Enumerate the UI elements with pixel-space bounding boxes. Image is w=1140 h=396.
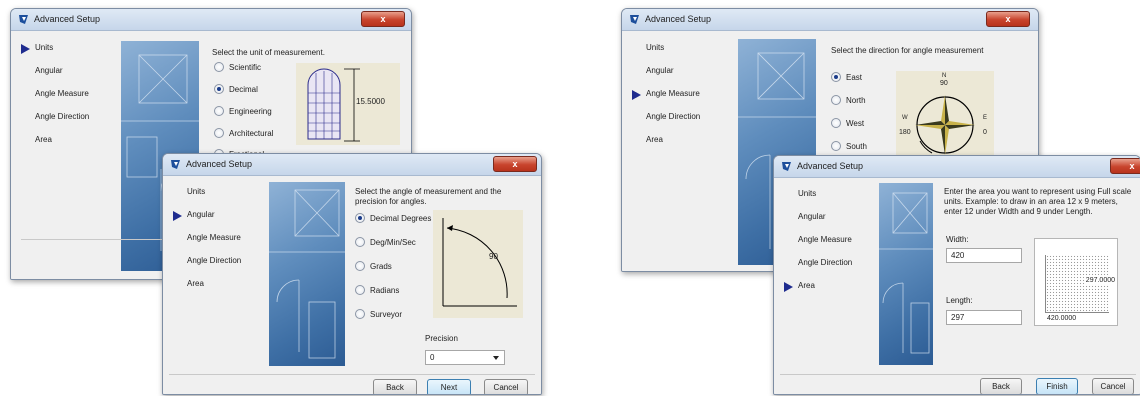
close-button[interactable]: x <box>986 11 1030 27</box>
window-title: Advanced Setup <box>34 14 101 24</box>
units-preview: 15.5000 <box>296 63 400 145</box>
compass-east-label: E <box>983 115 988 121</box>
current-step-arrow-icon <box>632 90 641 100</box>
separator <box>169 374 535 375</box>
window-title: Advanced Setup <box>186 159 253 169</box>
radio-east[interactable]: East <box>831 71 862 83</box>
wizard-nav: Units Angular Angle Measure Angle Direct… <box>21 41 121 156</box>
compass-west-degrees: 180 <box>899 129 911 136</box>
nav-item-angle-measure[interactable]: Angle Measure <box>632 87 732 110</box>
nav-item-angular[interactable]: Angular <box>632 64 732 87</box>
compass-west-label: W <box>902 115 908 121</box>
finish-button[interactable]: Finish <box>1036 378 1078 394</box>
nav-item-area[interactable]: Area <box>173 277 273 300</box>
nav-item-angle-direction[interactable]: Angle Direction <box>784 256 884 279</box>
radio-south[interactable]: South <box>831 140 867 152</box>
sheet-width-value: 420.0000 <box>1047 315 1077 322</box>
nav-item-units[interactable]: Units <box>632 41 732 64</box>
nav-item-angle-direction[interactable]: Angle Direction <box>173 254 273 277</box>
nav-item-units[interactable]: Units <box>173 185 273 208</box>
cancel-button[interactable]: Cancel <box>484 379 528 394</box>
nav-item-angle-measure[interactable]: Angle Measure <box>784 233 884 256</box>
title-bar[interactable]: Advanced Setup x <box>774 156 1140 178</box>
wizard-nav: Units Angular Angle Measure Angle Direct… <box>784 187 884 302</box>
radio-north[interactable]: North <box>831 94 866 106</box>
prompt-text: Select the angle of measurement and the … <box>355 187 502 206</box>
window-title: Advanced Setup <box>645 14 712 24</box>
nav-item-units[interactable]: Units <box>21 41 121 64</box>
radio-engineering[interactable]: Engineering <box>214 105 272 117</box>
wizard-nav: Units Angular Angle Measure Angle Direct… <box>173 185 273 300</box>
radio-decimal-degrees[interactable]: Decimal Degrees <box>355 212 431 224</box>
app-icon <box>630 15 639 24</box>
angle-preview: 90 <box>433 210 523 318</box>
wizard-nav: Units Angular Angle Measure Angle Direct… <box>632 41 732 156</box>
nav-item-angle-direction[interactable]: Angle Direction <box>632 110 732 133</box>
sheet-grid <box>1045 255 1109 313</box>
compass-north-degrees: 90 <box>940 80 948 87</box>
close-button[interactable]: x <box>361 11 405 27</box>
title-bar[interactable]: Advanced Setup x <box>11 9 411 31</box>
angle-arc-icon <box>442 218 517 307</box>
separator <box>21 239 171 240</box>
radio-deg-min-sec[interactable]: Deg/Min/Sec <box>355 236 416 248</box>
compass-north-label: N <box>942 73 947 79</box>
nav-item-angle-measure[interactable]: Angle Measure <box>21 87 121 110</box>
app-icon <box>171 160 180 169</box>
radio-architectural[interactable]: Architectural <box>214 127 273 139</box>
radio-grads[interactable]: Grads <box>355 260 392 272</box>
prompt-text: Select the unit of measurement. <box>212 48 325 57</box>
advanced-setup-window-area: Advanced Setup x Units Angular Angle Mea… <box>773 155 1140 395</box>
current-step-arrow-icon <box>21 44 30 54</box>
radio-west[interactable]: West <box>831 117 864 129</box>
current-step-arrow-icon <box>784 282 793 292</box>
nav-item-angular[interactable]: Angular <box>21 64 121 87</box>
nav-item-units[interactable]: Units <box>784 187 884 210</box>
preview-value: 90 <box>489 252 498 261</box>
app-icon <box>782 162 791 171</box>
nav-item-angular[interactable]: Angular <box>173 208 273 231</box>
nav-item-area[interactable]: Area <box>632 133 732 156</box>
back-button[interactable]: Back <box>373 379 417 394</box>
next-button[interactable]: Next <box>427 379 471 394</box>
current-step-arrow-icon <box>173 211 182 221</box>
title-bar[interactable]: Advanced Setup x <box>163 154 541 176</box>
advanced-setup-window-angular: Advanced Setup x Units Angular Angle Mea… <box>162 153 542 395</box>
back-button[interactable]: Back <box>980 378 1022 394</box>
nav-item-area[interactable]: Area <box>21 133 121 156</box>
width-field[interactable]: 420 <box>946 248 1022 263</box>
radio-decimal[interactable]: Decimal <box>214 83 258 95</box>
nav-item-angle-direction[interactable]: Angle Direction <box>21 110 121 133</box>
preview-value: 15.5000 <box>356 97 385 106</box>
radio-surveyor[interactable]: Surveyor <box>355 308 402 320</box>
precision-label: Precision <box>425 334 458 343</box>
separator <box>780 374 1136 375</box>
length-label: Length: <box>946 296 973 305</box>
prompt-text: Select the direction for angle measureme… <box>831 46 984 55</box>
radio-radians[interactable]: Radians <box>355 284 399 296</box>
compass-east-degrees: 0 <box>983 129 987 136</box>
nav-item-angular[interactable]: Angular <box>784 210 884 233</box>
radio-scientific[interactable]: Scientific <box>214 61 261 73</box>
sheet-length-value: 297.0000 <box>1085 277 1115 284</box>
app-icon <box>19 15 28 24</box>
chevron-down-icon <box>493 356 499 360</box>
close-button[interactable]: x <box>493 156 537 172</box>
precision-dropdown[interactable]: 0 <box>425 350 505 365</box>
prompt-text: Enter the area you want to represent usi… <box>944 187 1132 216</box>
length-field[interactable]: 297 <box>946 310 1022 325</box>
nav-item-area[interactable]: Area <box>784 279 884 302</box>
width-label: Width: <box>946 235 969 244</box>
cancel-button[interactable]: Cancel <box>1092 378 1134 394</box>
window-title: Advanced Setup <box>797 161 864 171</box>
nav-item-angle-measure[interactable]: Angle Measure <box>173 231 273 254</box>
blueprint-image <box>879 183 933 365</box>
sheet-preview: 297.0000 420.0000 <box>1034 238 1118 326</box>
blueprint-image <box>269 182 345 366</box>
title-bar[interactable]: Advanced Setup x <box>622 9 1038 31</box>
close-button[interactable]: x <box>1110 158 1140 174</box>
